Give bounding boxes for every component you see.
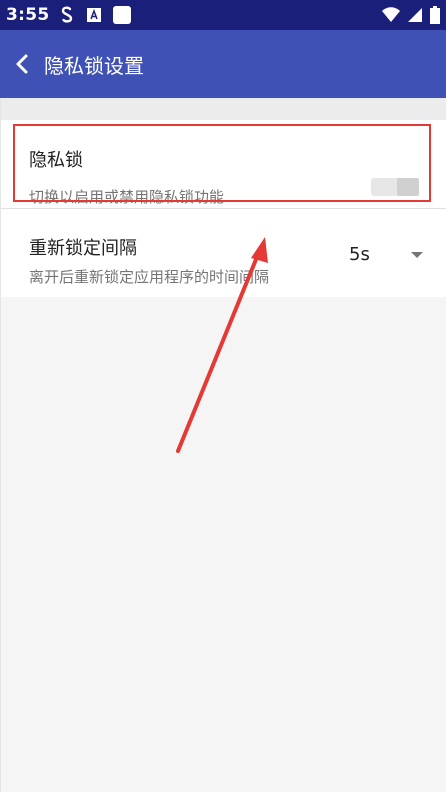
relock-interval-summary: 离开后重新锁定应用程序的时间间隔 <box>29 268 270 286</box>
privacy-lock-title: 隐私锁 <box>29 150 83 171</box>
status-time: 3:55 <box>6 5 50 25</box>
page-title: 隐私锁设置 <box>44 53 144 78</box>
wifi-icon <box>382 7 400 23</box>
privacy-lock-switch[interactable] <box>371 178 419 196</box>
top-spacer <box>1 98 446 120</box>
battery-icon <box>430 6 440 24</box>
a-app-icon <box>87 8 102 22</box>
settings-content: 隐私锁 切换以启用或禁用隐私锁功能 重新锁定间隔 离开后重新锁定应用程序的时间间… <box>0 98 446 792</box>
back-button[interactable] <box>0 30 44 98</box>
relock-interval-title: 重新锁定间隔 <box>29 238 137 259</box>
status-bar: 3:55 <box>0 0 446 30</box>
relock-interval-value[interactable]: 5s <box>349 244 370 265</box>
app-bar: 隐私锁设置 <box>0 30 446 98</box>
privacy-lock-preference[interactable]: 隐私锁 切换以启用或禁用隐私锁功能 <box>1 120 446 209</box>
switch-thumb <box>397 178 419 196</box>
chevron-left-icon <box>15 53 29 75</box>
cellular-icon <box>408 7 422 23</box>
square-app-icon <box>113 6 132 24</box>
privacy-lock-summary: 切换以启用或禁用隐私锁功能 <box>29 188 225 206</box>
dropdown-arrow-icon[interactable] <box>411 252 423 258</box>
s-app-icon <box>61 6 73 24</box>
